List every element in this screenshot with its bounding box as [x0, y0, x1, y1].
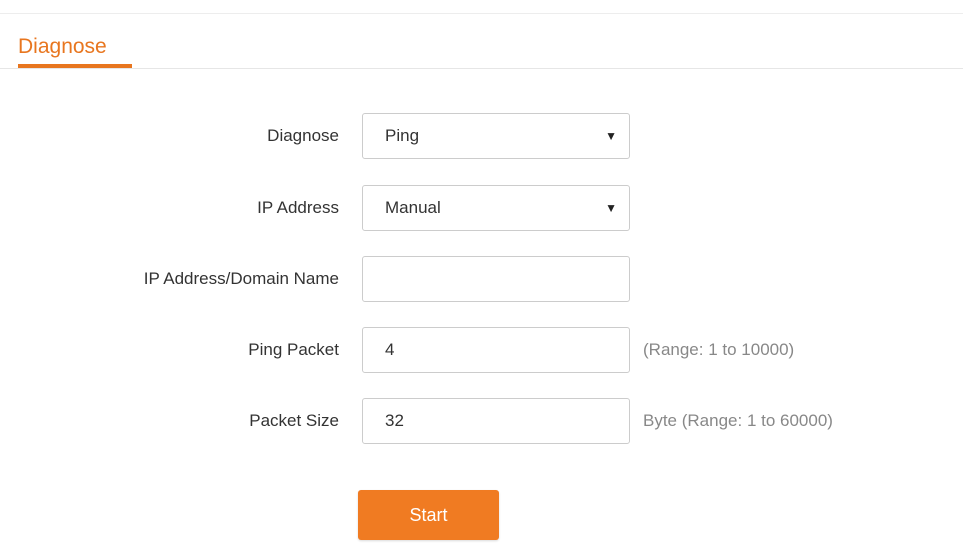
ping-packet-input[interactable]: 4 — [362, 327, 630, 373]
packet-size-hint: Byte (Range: 1 to 60000) — [643, 411, 833, 430]
section-header: Diagnose — [0, 34, 963, 69]
chevron-down-icon: ▼ — [605, 201, 617, 215]
diagnose-label: Diagnose — [267, 126, 339, 145]
top-divider — [0, 13, 963, 14]
form-row-packet-size: Packet Size 32 Byte (Range: 1 to 60000) — [0, 398, 963, 444]
diagnose-select-value: Ping — [385, 126, 420, 145]
domain-label: IP Address/Domain Name — [143, 269, 339, 288]
ping-packet-label: Ping Packet — [248, 340, 339, 359]
ip-address-label: IP Address — [257, 198, 339, 217]
ping-packet-hint: (Range: 1 to 10000) — [643, 340, 795, 359]
section-title: Diagnose — [18, 35, 107, 58]
packet-size-input[interactable]: 32 — [362, 398, 630, 444]
form-row-ip-address: IP Address Manual ▼ — [0, 185, 963, 231]
ip-address-select[interactable]: Manual ▼ — [362, 185, 630, 231]
form-row-domain: IP Address/Domain Name — [0, 256, 963, 302]
start-button[interactable]: Start — [358, 490, 499, 540]
form-row-diagnose: Diagnose Ping ▼ — [0, 113, 963, 159]
packet-size-label: Packet Size — [249, 411, 339, 430]
chevron-down-icon: ▼ — [605, 129, 617, 143]
form-row-ping-packet: Ping Packet 4 (Range: 1 to 10000) — [0, 327, 963, 373]
domain-input[interactable] — [362, 256, 630, 302]
ip-address-select-value: Manual — [385, 198, 441, 217]
section-title-underline — [18, 64, 132, 68]
diagnose-select[interactable]: Ping ▼ — [362, 113, 630, 159]
